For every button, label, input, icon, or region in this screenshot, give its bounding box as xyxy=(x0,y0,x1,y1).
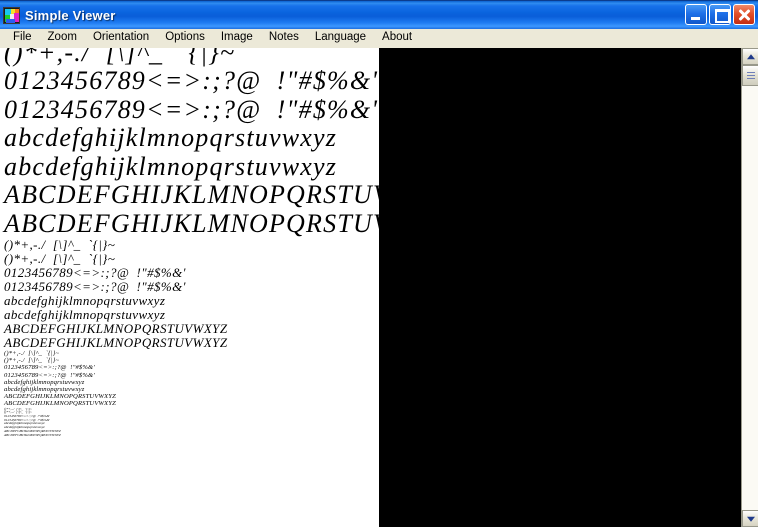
specimen-line: ABCDEFGHIJKLMNOPQRSTUVWXYZ xyxy=(4,400,116,408)
font-specimen: ()*+,-./ [\]^_ `{|}~ ()*+,-./ [\]^_ `{|}… xyxy=(4,48,379,437)
chevron-up-icon xyxy=(746,53,755,59)
vertical-scrollbar[interactable] xyxy=(741,48,758,527)
specimen-line: ABCDEFGHIJKLMNOPQRSTUVWXYZ xyxy=(4,208,379,238)
specimen-line: 0123456789<=>:;?@ !"#$%&' xyxy=(4,265,186,280)
menu-bar: File Zoom Orientation Options Image Note… xyxy=(0,29,758,48)
window-controls xyxy=(685,4,755,25)
specimen-block-small: ()*+,-./ [\]^_ `{|}~ ()*+,-./ [\]^_ `{|}… xyxy=(4,350,379,408)
specimen-line: ()*+,-./ [\]^_ `{|}~ xyxy=(4,350,60,357)
image-canvas[interactable]: ()*+,-./ [\]^_ `{|}~ ()*+,-./ [\]^_ `{|}… xyxy=(0,48,741,527)
specimen-line: ()*+,-./ [\]^_ `{|}~ xyxy=(4,357,60,365)
specimen-line: abcdefghijklmnopqrstuvwxyz xyxy=(4,123,338,152)
close-button[interactable] xyxy=(733,4,755,25)
menu-item-file[interactable]: File xyxy=(5,29,40,47)
specimen-line: abcdefghijklmnopqrstuvwxyz xyxy=(4,151,338,181)
title-bar[interactable]: Simple Viewer xyxy=(0,0,758,29)
specimen-block-largest: ()*+,-./ [\]^_ `{|}~ ()*+,-./ [\]^_ `{|}… xyxy=(4,48,379,238)
menu-item-about[interactable]: About xyxy=(374,29,420,47)
specimen-line: ABCDEFGHIJKLMNOPQRSTUVWXYZ xyxy=(4,393,116,401)
specimen-line: ()*+,-./ [\]^_ `{|}~ xyxy=(4,237,116,252)
scroll-up-button[interactable] xyxy=(742,48,758,65)
specimen-line: ABCDEFGHIJKLMNOPQRSTUVWXYZ xyxy=(4,321,228,336)
app-logo-icon[interactable] xyxy=(3,6,20,24)
specimen-line: ()*+,-./ [\]^_ `{|}~ xyxy=(4,48,236,67)
specimen-line: abcdefghijklmnopqrstuvwxyz xyxy=(4,293,166,308)
menu-item-zoom[interactable]: Zoom xyxy=(40,29,85,47)
scrollbar-thumb[interactable] xyxy=(742,65,758,86)
menu-item-language[interactable]: Language xyxy=(307,29,374,47)
chevron-down-icon xyxy=(746,516,755,522)
minimize-button[interactable] xyxy=(685,4,707,25)
menu-item-notes[interactable]: Notes xyxy=(261,29,307,47)
specimen-line: ABCDEFGHIJKLMNOPQRSTUVWXYZ xyxy=(4,432,61,437)
window-title: Simple Viewer xyxy=(25,7,116,23)
menu-item-options[interactable]: Options xyxy=(157,29,213,47)
application-window: Simple Viewer File Zoom Orientation Opti… xyxy=(0,0,758,527)
specimen-line: 0123456789<=>:;?@ !"#$%&' xyxy=(4,371,95,379)
specimen-block-medium: ()*+,-./ [\]^_ `{|}~ ()*+,-./ [\]^_ `{|}… xyxy=(4,238,379,350)
client-area: ()*+,-./ [\]^_ `{|}~ ()*+,-./ [\]^_ `{|}… xyxy=(0,48,758,527)
specimen-block-smallest: ()*+,-./ [\]^_ `{|}~ ()*+,-./ [\]^_ `{|}… xyxy=(4,407,379,438)
scrollbar-track[interactable] xyxy=(742,65,758,510)
menu-item-image[interactable]: Image xyxy=(213,29,261,47)
specimen-line: ()*+,-./ [\]^_ `{|}~ xyxy=(4,251,116,266)
specimen-line: abcdefghijklmnopqrstuvwxyz xyxy=(4,307,166,322)
specimen-line: 0123456789<=>:;?@ !"#$%&' xyxy=(4,66,379,95)
maximize-button[interactable] xyxy=(709,4,731,25)
specimen-line: 0123456789<=>:;?@ !"#$%&' xyxy=(4,364,95,372)
specimen-line: ABCDEFGHIJKLMNOPQRSTUVWXYZ xyxy=(4,180,379,209)
specimen-line: ABCDEFGHIJKLMNOPQRSTUVWXYZ xyxy=(4,335,228,350)
specimen-line: 0123456789<=>:;?@ !"#$%&' xyxy=(4,279,186,294)
image-page: ()*+,-./ [\]^_ `{|}~ ()*+,-./ [\]^_ `{|}… xyxy=(0,48,379,527)
menu-item-orientation[interactable]: Orientation xyxy=(85,29,157,47)
specimen-line: abcdefghijklmnopqrstuvwxyz xyxy=(4,386,85,394)
specimen-line: abcdefghijklmnopqrstuvwxyz xyxy=(4,378,85,386)
scroll-down-button[interactable] xyxy=(742,510,758,527)
specimen-line: 0123456789<=>:;?@ !"#$%&' xyxy=(4,94,379,124)
